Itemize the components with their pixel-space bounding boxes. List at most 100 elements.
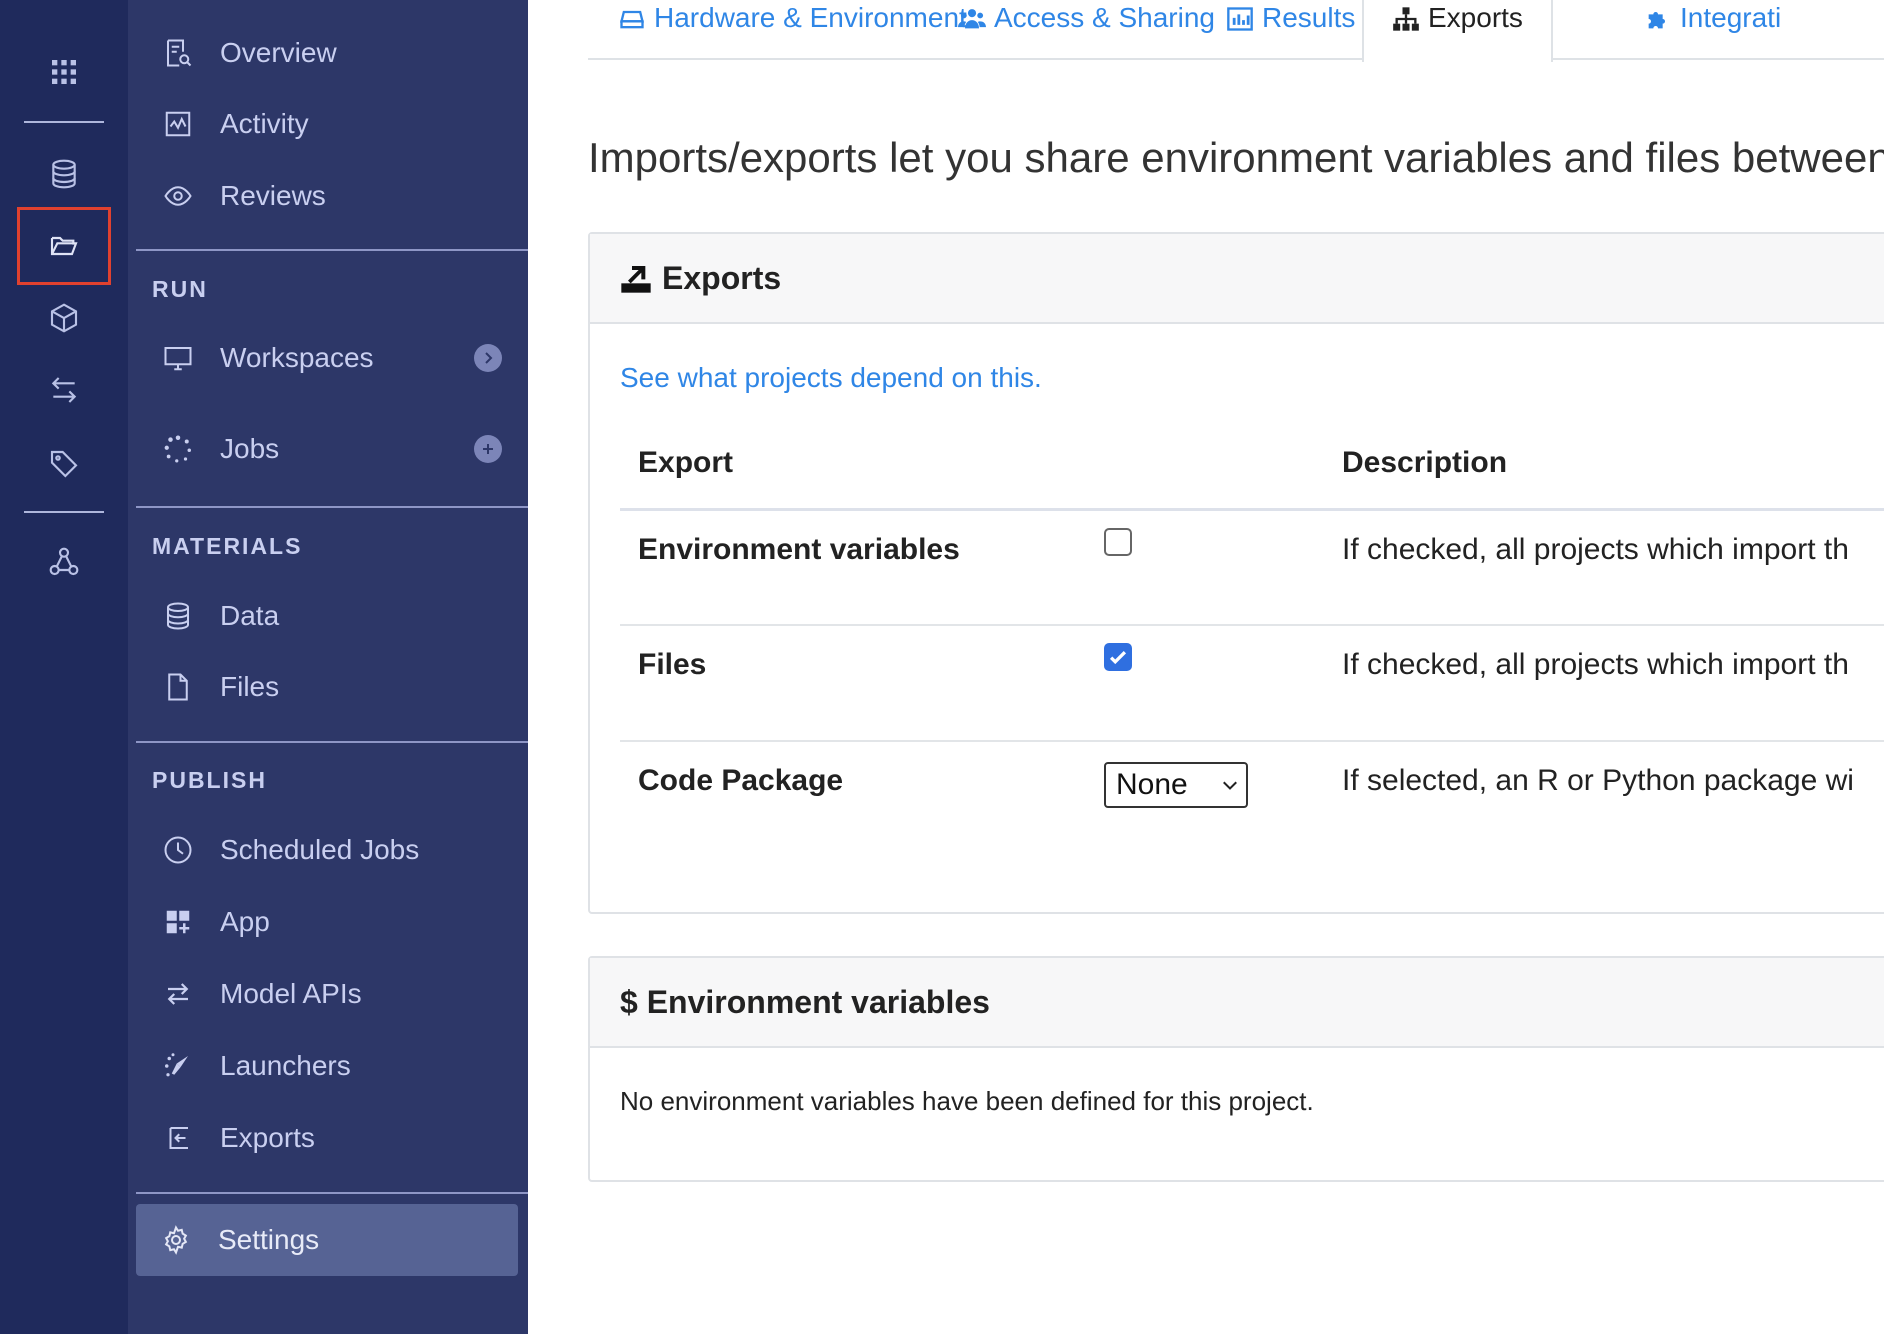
checkmark-icon: [1109, 651, 1127, 665]
sidebar-item-label: Files: [220, 671, 280, 702]
card-title: $ Environment variables: [620, 983, 990, 1020]
chevron-down-icon: [1223, 781, 1237, 790]
chevron-right-icon[interactable]: [474, 344, 502, 372]
plus-icon[interactable]: [474, 435, 502, 463]
export-tray-icon: [621, 266, 651, 293]
icon-rail: [0, 0, 128, 1334]
sidebar-item-scheduled-jobs[interactable]: Scheduled Jobs: [148, 822, 528, 878]
rail-divider: [24, 511, 104, 513]
hardware-icon: [620, 10, 644, 29]
sidebar-item-data[interactable]: Data: [148, 588, 528, 644]
header-divider: [620, 508, 1884, 511]
cube-icon[interactable]: [24, 288, 104, 348]
sidebar-item-workspaces[interactable]: Workspaces: [148, 330, 528, 386]
sidebar-item-launchers[interactable]: Launchers: [148, 1038, 528, 1094]
settings-tabs: Hardware & Environment Access & Sharing …: [588, 0, 1884, 62]
jobs-icon: [158, 429, 198, 469]
tab-integrations[interactable]: Integrati: [1644, 0, 1781, 60]
tag-icon[interactable]: [24, 434, 104, 494]
row-divider: [620, 740, 1884, 742]
sidebar-item-label: Overview: [220, 37, 337, 68]
app-icon: [158, 902, 198, 942]
results-icon: [1227, 7, 1253, 31]
sidebar-divider: [136, 741, 528, 743]
swap-icon: [158, 974, 198, 1014]
code-package-select[interactable]: None: [1104, 762, 1248, 808]
sitemap-icon: [1393, 7, 1419, 31]
export-icon: [158, 1118, 198, 1158]
network-icon[interactable]: [24, 532, 104, 592]
sidebar-item-files[interactable]: Files: [148, 659, 528, 715]
sidebar-divider: [136, 1192, 528, 1194]
sidebar-divider: [136, 506, 528, 508]
column-header-export: Export: [638, 446, 734, 479]
section-label-run: RUN: [152, 276, 208, 302]
tab-exports[interactable]: Exports: [1362, 0, 1553, 62]
sidebar-item-label: Data: [220, 600, 280, 631]
sidebar-item-overview[interactable]: Overview: [148, 25, 528, 81]
export-description: If checked, all projects which import th: [1342, 648, 1849, 681]
clock-icon: [158, 830, 198, 870]
env-variables-checkbox[interactable]: [1104, 528, 1132, 556]
export-description: If checked, all projects which import th: [1342, 533, 1849, 566]
sidebar-item-model-apis[interactable]: Model APIs: [148, 966, 528, 1022]
gear-icon: [156, 1220, 196, 1260]
apps-grid-icon[interactable]: [24, 42, 104, 102]
monitor-icon: [158, 338, 198, 378]
export-description: If selected, an R or Python package wi: [1342, 764, 1854, 797]
sidebar-item-label: Exports: [220, 1122, 315, 1153]
empty-state-text: No environment variables have been defin…: [620, 1086, 1314, 1116]
intro-text: Imports/exports let you share environmen…: [588, 134, 1884, 181]
sidebar-item-label: Scheduled Jobs: [220, 834, 420, 865]
tab-access-sharing[interactable]: Access & Sharing: [958, 0, 1215, 60]
database-icon[interactable]: [24, 144, 104, 204]
rail-divider: [24, 121, 104, 123]
card-header: Exports: [590, 234, 1884, 324]
tab-results[interactable]: Results: [1226, 0, 1355, 60]
project-sidebar: Overview Activity Reviews RUN Workspaces…: [128, 0, 528, 1334]
files-checkbox[interactable]: [1104, 643, 1132, 671]
tab-label: Hardware & Environment: [654, 2, 967, 33]
sidebar-item-label: Settings: [218, 1224, 320, 1255]
sidebar-item-exports[interactable]: Exports: [148, 1110, 528, 1166]
main-content: Hardware & Environment Access & Sharing …: [528, 0, 1884, 1334]
export-name: Code Package: [638, 764, 844, 797]
tab-hardware-environment[interactable]: Hardware & Environment: [618, 0, 967, 60]
launcher-icon: [158, 1046, 198, 1086]
section-label-publish: PUBLISH: [152, 767, 267, 793]
card-title: Exports: [662, 259, 782, 296]
puzzle-icon: [1648, 12, 1665, 29]
overview-icon: [158, 33, 198, 73]
sidebar-item-label: Reviews: [220, 180, 326, 211]
users-icon: [958, 9, 986, 29]
tab-label: Integrati: [1680, 2, 1782, 33]
tab-label: Results: [1262, 2, 1356, 33]
env-variables-card: $ Environment variables No environment v…: [588, 956, 1884, 1182]
sidebar-item-activity[interactable]: Activity: [148, 96, 528, 152]
activity-icon: [158, 104, 198, 144]
export-name: Environment variables: [638, 533, 960, 566]
eye-icon: [158, 176, 198, 216]
row-divider: [620, 624, 1884, 626]
database-icon: [158, 596, 198, 636]
tab-label: Exports: [1428, 2, 1523, 33]
export-name: Files: [638, 648, 707, 681]
folder-open-icon[interactable]: [17, 207, 111, 285]
sidebar-item-label: Activity: [220, 108, 309, 139]
sidebar-item-label: Launchers: [220, 1050, 351, 1081]
sidebar-item-jobs[interactable]: Jobs: [148, 421, 528, 477]
dependent-projects-link[interactable]: See what projects depend on this.: [620, 362, 1042, 394]
exports-card: Exports See what projects depend on this…: [588, 232, 1884, 914]
sidebar-item-label: Model APIs: [220, 978, 362, 1009]
sidebar-item-label: App: [220, 906, 270, 937]
sidebar-item-label: Jobs: [220, 433, 280, 464]
sidebar-item-reviews[interactable]: Reviews: [148, 168, 528, 224]
sidebar-item-settings[interactable]: Settings: [136, 1204, 518, 1276]
tab-label: Access & Sharing: [994, 2, 1215, 33]
file-icon: [158, 667, 198, 707]
card-header: $ Environment variables: [590, 958, 1884, 1048]
section-label-materials: MATERIALS: [152, 533, 303, 559]
transfer-icon[interactable]: [24, 360, 104, 420]
sidebar-divider: [136, 249, 528, 251]
sidebar-item-app[interactable]: App: [148, 894, 528, 950]
